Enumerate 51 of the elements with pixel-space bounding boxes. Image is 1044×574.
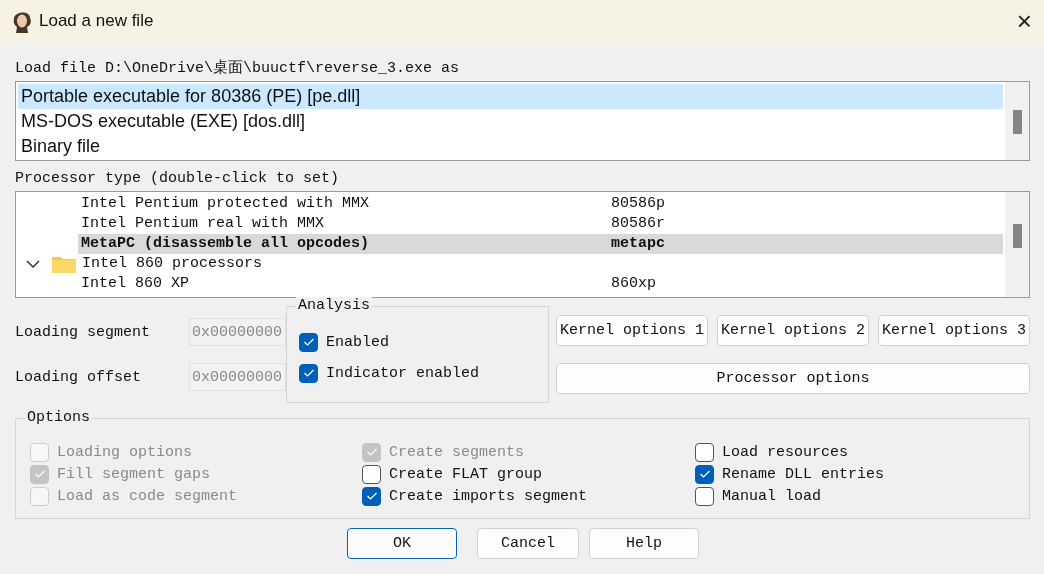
processor-item[interactable]: Intel Pentium protected with MMX 80586p — [78, 194, 1003, 214]
processor-item[interactable]: Intel 860 XP 860xp — [78, 274, 1003, 294]
folder-icon — [52, 255, 76, 273]
group-title: Analysis — [296, 297, 372, 315]
checkbox-label: Create imports segment — [389, 487, 588, 505]
group-title: Options — [25, 409, 92, 427]
processor-type-label: Processor type (double-click to set) — [15, 169, 341, 189]
kernel-options-button[interactable]: Kernel options 2 — [717, 315, 869, 346]
loader-item[interactable]: Portable executable for 80386 (PE) [pe.dll] — [18, 84, 1003, 109]
checkbox[interactable] — [362, 464, 381, 484]
checkbox[interactable] — [299, 363, 318, 383]
field-label: Loading offset — [15, 368, 142, 386]
window-title: Load a new file — [39, 11, 155, 31]
checkbox-label: Loading options — [57, 443, 193, 461]
kernel-options-button[interactable]: Kernel options 3 — [878, 315, 1030, 346]
checkbox[interactable] — [695, 486, 714, 506]
checkbox-label: Load resources — [722, 443, 849, 461]
checkbox-label: Indicator enabled — [326, 364, 480, 382]
checkbox-label: Manual load — [722, 487, 822, 505]
processor-item[interactable]: Intel Pentium real with MMX 80586r — [78, 214, 1003, 234]
processor-options-button[interactable]: Processor options — [556, 363, 1030, 394]
checkbox-label: Create FLAT group — [389, 465, 543, 483]
checkbox[interactable] — [299, 332, 318, 352]
checkbox-label: Load as code segment — [57, 487, 238, 505]
check-icon — [33, 469, 46, 479]
checkbox-label: Rename DLL entries — [722, 465, 885, 483]
close-button[interactable]: × — [1004, 8, 1044, 34]
check-icon — [365, 491, 378, 501]
checkbox-label: Create segments — [389, 443, 525, 461]
chevron-down-icon[interactable] — [26, 259, 40, 269]
check-icon — [302, 337, 315, 347]
load-file-label: Load file D:\OneDrive\桌面\buuctf\reverse_3.exe as — [15, 59, 461, 79]
check-icon — [698, 469, 711, 479]
checkbox[interactable] — [362, 486, 381, 506]
processor-group[interactable]: Intel 860 processors — [82, 254, 263, 274]
check-icon — [365, 447, 378, 457]
loader-item[interactable]: MS-DOS executable (EXE) [dos.dll] — [18, 109, 1003, 134]
checkbox[interactable] — [695, 442, 714, 462]
scrollbar[interactable] — [1005, 82, 1029, 160]
checkbox-label: Enabled — [326, 333, 389, 351]
scrollbar[interactable] — [1005, 192, 1029, 297]
checkbox[interactable] — [695, 464, 714, 484]
dialog-button[interactable]: Cancel — [477, 528, 579, 559]
loader-item[interactable]: Binary file — [18, 134, 1003, 159]
dialog-button[interactable]: OK — [347, 528, 457, 559]
dialog-button[interactable]: Help — [589, 528, 699, 559]
checkbox-label: Fill segment gaps — [57, 465, 211, 483]
processor-item[interactable]: MetaPC (disassemble all opcodes) metapc — [78, 234, 1003, 254]
kernel-options-button[interactable]: Kernel options 1 — [556, 315, 708, 346]
field-label: Loading segment — [15, 323, 151, 341]
check-icon — [302, 368, 315, 378]
